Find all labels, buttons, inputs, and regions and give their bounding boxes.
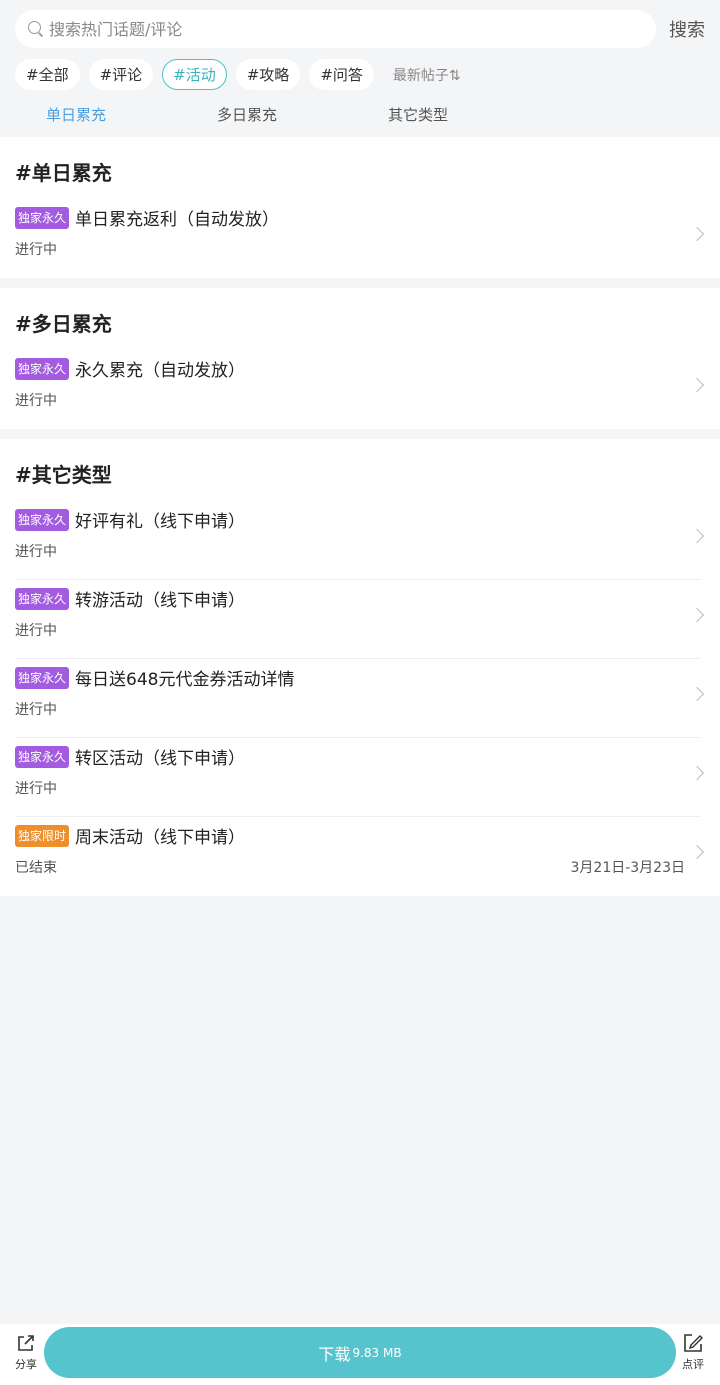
chevron-right-icon bbox=[689, 765, 705, 781]
share-label: 分享 bbox=[15, 1358, 37, 1371]
section-other: #其它类型 独家永久 好评有礼（线下申请） 进行中 独家永久 转游活动（线下申请… bbox=[0, 439, 720, 896]
share-icon bbox=[18, 1335, 34, 1351]
section-title: #单日累充 bbox=[15, 161, 112, 185]
chip-activities[interactable]: #活动 bbox=[162, 59, 227, 90]
list-item[interactable]: 独家永久 每日送648元代金券活动详情 进行中 bbox=[15, 659, 705, 738]
download-size: 9.83 MB bbox=[352, 1345, 402, 1360]
item-status: 进行中 bbox=[15, 623, 57, 639]
section-title: #多日累充 bbox=[15, 312, 112, 336]
tab-single-day[interactable]: 单日累充 bbox=[46, 104, 106, 125]
chevron-right-icon bbox=[689, 607, 705, 623]
search-icon bbox=[27, 20, 45, 38]
list-item[interactable]: 独家永久 永久累充（自动发放） 进行中 bbox=[15, 350, 705, 429]
search-row: 搜索 bbox=[15, 10, 705, 48]
item-title: 每日送648元代金券活动详情 bbox=[75, 670, 295, 690]
item-status: 进行中 bbox=[15, 242, 57, 258]
tab-multi-day[interactable]: 多日累充 bbox=[217, 104, 277, 125]
chevron-right-icon bbox=[689, 226, 705, 242]
tab-other[interactable]: 其它类型 bbox=[388, 104, 448, 125]
item-title: 转游活动（线下申请） bbox=[75, 591, 246, 611]
chip-qa[interactable]: #问答 bbox=[309, 59, 374, 90]
status-badge: 独家永久 bbox=[15, 206, 70, 229]
topic-chips: #全部 #评论 #活动 #攻略 #问答 最新帖子⇅ bbox=[15, 59, 461, 90]
item-status: 进行中 bbox=[15, 781, 57, 797]
section-multi-day: #多日累充 独家永久 永久累充（自动发放） 进行中 bbox=[0, 288, 720, 429]
section-title: #其它类型 bbox=[15, 463, 112, 487]
status-badge: 独家永久 bbox=[15, 745, 70, 768]
item-status: 进行中 bbox=[15, 544, 57, 560]
search-input[interactable] bbox=[49, 19, 609, 39]
status-badge: 独家永久 bbox=[15, 508, 70, 531]
share-button[interactable]: 分享 bbox=[6, 1332, 46, 1372]
status-badge: 独家限时 bbox=[15, 824, 70, 847]
bottom-action-bar: 分享 下载 9.83 MB 点评 bbox=[0, 1324, 720, 1385]
item-title: 转区活动（线下申请） bbox=[75, 749, 246, 769]
item-title: 好评有礼（线下申请） bbox=[75, 512, 246, 532]
chevron-right-icon bbox=[689, 377, 705, 393]
item-status: 进行中 bbox=[15, 702, 57, 718]
status-badge: 独家永久 bbox=[15, 666, 70, 689]
download-button[interactable]: 下载 9.83 MB bbox=[44, 1327, 676, 1378]
list-item[interactable]: 独家永久 好评有礼（线下申请） 进行中 bbox=[15, 501, 705, 580]
status-badge: 独家永久 bbox=[15, 357, 70, 380]
item-status: 已结束 bbox=[15, 860, 57, 876]
item-status: 进行中 bbox=[15, 393, 57, 409]
chevron-right-icon bbox=[689, 844, 705, 860]
chip-all[interactable]: #全部 bbox=[15, 59, 80, 90]
top-bar: 搜索 #全部 #评论 #活动 #攻略 #问答 最新帖子⇅ 单日累充 多日累充 其… bbox=[0, 0, 720, 137]
search-button[interactable]: 搜索 bbox=[669, 16, 705, 42]
chip-guides[interactable]: #攻略 bbox=[235, 59, 301, 90]
list-item[interactable]: 独家永久 转区活动（线下申请） 进行中 bbox=[15, 738, 705, 817]
edit-icon bbox=[684, 1334, 703, 1352]
review-button[interactable]: 点评 bbox=[673, 1332, 713, 1372]
item-title: 永久累充（自动发放） bbox=[75, 361, 246, 381]
item-title: 单日累充返利（自动发放） bbox=[75, 210, 280, 230]
status-badge: 独家永久 bbox=[15, 587, 70, 610]
review-label: 点评 bbox=[682, 1358, 704, 1371]
subtabs: 单日累充 多日累充 其它类型 bbox=[0, 104, 720, 128]
item-title: 周末活动（线下申请） bbox=[75, 828, 246, 848]
list-item[interactable]: 独家限时 周末活动（线下申请） 已结束 3月21日-3月23日 bbox=[15, 817, 705, 896]
item-date-range: 3月21日-3月23日 bbox=[570, 860, 686, 876]
download-label: 下载 bbox=[318, 1344, 351, 1364]
list-item[interactable]: 独家永久 单日累充返利（自动发放） 进行中 bbox=[15, 199, 705, 278]
section-single-day: #单日累充 独家永久 单日累充返利（自动发放） 进行中 bbox=[0, 137, 720, 278]
chip-comments[interactable]: #评论 bbox=[88, 59, 154, 90]
sort-latest-posts[interactable]: 最新帖子⇅ bbox=[393, 65, 461, 85]
chevron-right-icon bbox=[689, 528, 705, 544]
chevron-right-icon bbox=[689, 686, 705, 702]
list-item[interactable]: 独家永久 转游活动（线下申请） 进行中 bbox=[15, 580, 705, 659]
search-box[interactable] bbox=[15, 10, 656, 48]
